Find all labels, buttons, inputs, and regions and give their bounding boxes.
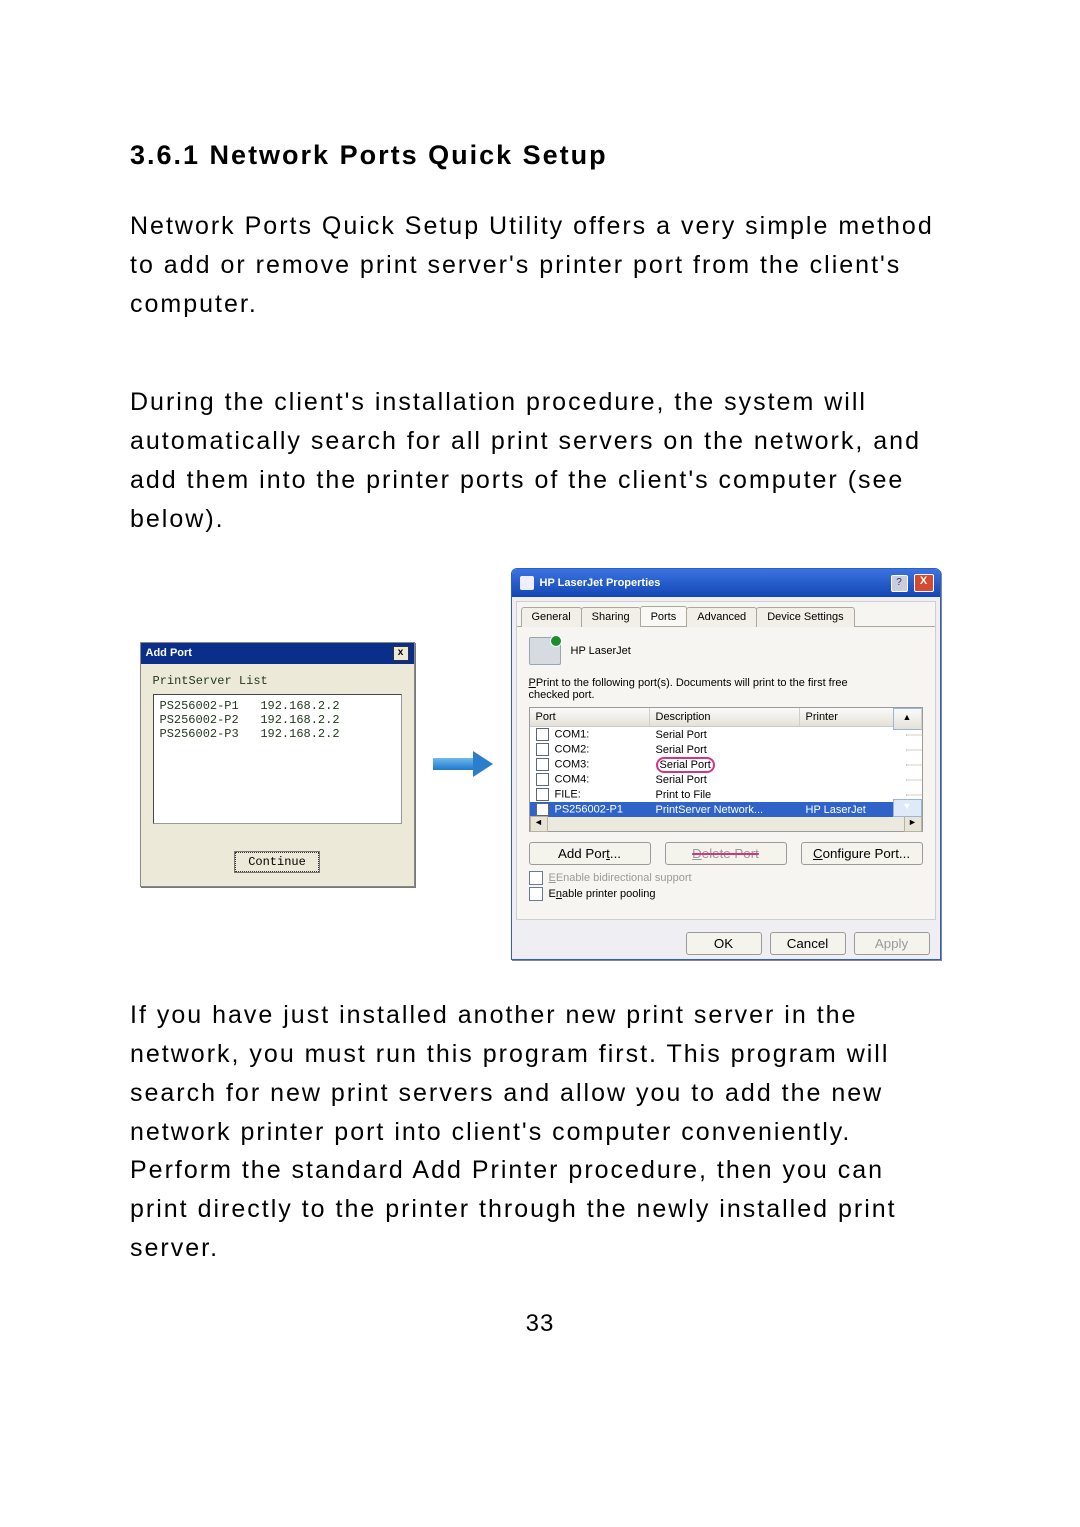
close-icon[interactable]: X	[914, 574, 934, 592]
table-row[interactable]: COM3: Serial Port	[530, 757, 922, 772]
arrow-right-icon	[433, 753, 493, 775]
paragraph-1: Network Ports Quick Setup Utility offers…	[130, 207, 950, 323]
scroll-left-icon[interactable]: ◄	[530, 816, 548, 832]
checkbox[interactable]	[536, 773, 549, 786]
add-port-title: Add Port	[146, 647, 192, 659]
printer-properties-dialog: HP LaserJet Properties ? X General Shari…	[511, 568, 941, 960]
list-item[interactable]: PS256002-P3 192.168.2.2	[160, 727, 395, 741]
table-row[interactable]: FILE: Print to File	[530, 787, 922, 802]
ports-table: Port Description Printer ▲ COM1: Serial …	[529, 707, 923, 832]
scroll-down-icon[interactable]: ▼	[893, 799, 922, 817]
table-row[interactable]: COM1: Serial Port	[530, 727, 922, 742]
ports-rows[interactable]: COM1: Serial Port COM2: Serial Port COM3…	[530, 727, 922, 817]
tab-ports[interactable]: Ports	[640, 606, 688, 626]
continue-button[interactable]: Continue	[235, 852, 319, 872]
checkbox[interactable]	[536, 728, 549, 741]
help-icon[interactable]: ?	[891, 575, 908, 592]
checkbox[interactable]	[536, 743, 549, 756]
add-port-titlebar[interactable]: Add Port x	[141, 643, 414, 664]
page-number: 33	[130, 1310, 950, 1338]
tab-bar: General Sharing Ports Advanced Device Se…	[517, 602, 935, 627]
col-description[interactable]: Description	[650, 708, 800, 726]
enable-pooling-checkbox[interactable]: Enable printer pooling	[529, 887, 923, 901]
figure: Add Port x PrintServer List PS256002-P1 …	[130, 568, 950, 960]
printer-icon	[529, 637, 561, 665]
tab-device-settings[interactable]: Device Settings	[756, 607, 854, 627]
tab-sharing[interactable]: Sharing	[581, 607, 641, 627]
add-port-button[interactable]: Add Port...	[529, 842, 651, 865]
horizontal-scrollbar[interactable]: ◄ ►	[530, 817, 922, 831]
properties-titlebar[interactable]: HP LaserJet Properties ? X	[512, 569, 940, 597]
printserver-list-label: PrintServer List	[153, 674, 402, 688]
table-row[interactable]: PS256002-P1 PrintServer Network...HP Las…	[530, 802, 922, 817]
tab-general[interactable]: General	[521, 607, 582, 627]
col-printer[interactable]: Printer	[800, 708, 906, 726]
printer-icon	[520, 576, 534, 590]
ok-button[interactable]: OK	[686, 932, 762, 955]
configure-port-button[interactable]: Configure Port...	[801, 842, 923, 865]
checkbox[interactable]	[536, 788, 549, 801]
paragraph-2: During the client's installation procedu…	[130, 383, 950, 538]
table-row[interactable]: COM2: Serial Port	[530, 742, 922, 757]
scroll-right-icon[interactable]: ►	[904, 816, 922, 832]
list-item[interactable]: PS256002-P2 192.168.2.2	[160, 713, 395, 727]
checkbox[interactable]	[536, 758, 549, 771]
checkbox[interactable]	[536, 803, 549, 816]
table-row[interactable]: COM4: Serial Port	[530, 772, 922, 787]
properties-title: HP LaserJet Properties	[540, 577, 661, 589]
annotation-circle: Serial Port	[656, 757, 715, 773]
col-port[interactable]: Port	[530, 708, 650, 726]
section-heading: 3.6.1 Network Ports Quick Setup	[130, 140, 950, 171]
tab-advanced[interactable]: Advanced	[686, 607, 757, 627]
instruction-text: PPrint to the following port(s). Documen…	[529, 677, 923, 701]
apply-button: Apply	[854, 932, 930, 955]
close-icon[interactable]: x	[393, 646, 409, 661]
scroll-up-icon[interactable]: ▲	[893, 708, 922, 730]
delete-port-button: Delete Port	[665, 842, 787, 865]
printer-name: HP LaserJet	[571, 645, 631, 657]
add-port-dialog: Add Port x PrintServer List PS256002-P1 …	[140, 642, 415, 887]
printserver-listbox[interactable]: PS256002-P1 192.168.2.2 PS256002-P2 192.…	[153, 694, 402, 824]
paragraph-3: If you have just installed another new p…	[130, 996, 950, 1267]
enable-bidirectional-checkbox: EEnable bidirectional support	[529, 871, 923, 885]
list-item[interactable]: PS256002-P1 192.168.2.2	[160, 699, 395, 713]
cancel-button[interactable]: Cancel	[770, 932, 846, 955]
